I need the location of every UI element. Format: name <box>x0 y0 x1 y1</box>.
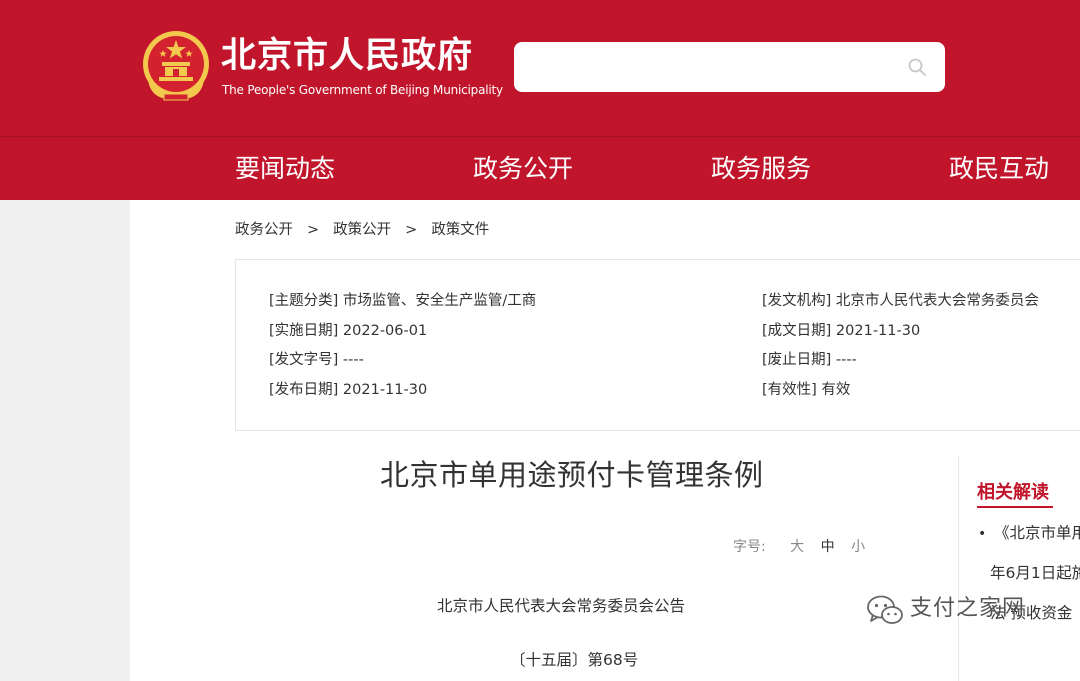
breadcrumb-item-policy-public[interactable]: 政策公开 <box>333 220 391 240</box>
meta-doc-number: [发文字号] ---- <box>269 352 364 368</box>
meta-repeal-date: [废止日期] ---- <box>762 352 857 368</box>
sidebar-title-underline <box>977 506 1053 508</box>
related-link-line-2[interactable]: 年6月1日起施 <box>990 563 1080 583</box>
left-gutter <box>0 200 130 681</box>
font-size-control: 字号: 大 中 小 <box>733 537 865 557</box>
document-title: 北京市单用途预付卡管理条例 <box>380 458 764 492</box>
meta-topic: [主题分类] 市场监管、安全生产监管/工商 <box>269 293 537 309</box>
national-emblem-icon[interactable] <box>140 28 212 104</box>
meta-issuer: [发文机构] 北京市人民代表大会常务委员会 <box>762 293 1039 309</box>
wechat-icon <box>867 595 903 624</box>
breadcrumb-item-gov-public[interactable]: 政务公开 <box>235 220 293 240</box>
meta-publish-date: [发布日期] 2021-11-30 <box>269 382 428 398</box>
meta-validity: [有效性] 有效 <box>762 382 851 398</box>
notice-number: 〔十五届〕第68号 <box>510 651 639 669</box>
nav-item-news[interactable]: 要闻动态 <box>235 154 335 184</box>
watermark-text: 支付之家网 <box>910 596 1026 621</box>
header-top: 北京市人民政府 The People's Government of Beiji… <box>0 0 1080 136</box>
notice-title: 北京市人民代表大会常务委员会公告 <box>437 597 686 615</box>
nav-item-gov-affairs-public[interactable]: 政务公开 <box>473 154 573 184</box>
search-icon[interactable] <box>907 57 927 77</box>
breadcrumb-item-policy-docs[interactable]: 政策文件 <box>431 220 489 240</box>
site-title[interactable]: 北京市人民政府 <box>221 36 473 76</box>
font-size-label: 字号: <box>733 539 766 555</box>
site-header: 北京市人民政府 The People's Government of Beiji… <box>0 0 1080 200</box>
nav-item-gov-services[interactable]: 政务服务 <box>711 154 811 184</box>
breadcrumb-separator: > <box>405 222 418 238</box>
main-nav: 要闻动态 政务公开 政务服务 政民互动 <box>0 137 1080 200</box>
related-link-line-1[interactable]: 《北京市单用 <box>994 523 1080 543</box>
related-interpretation-title: 相关解读 <box>977 482 1049 503</box>
nav-item-interaction[interactable]: 政民互动 <box>949 154 1049 184</box>
breadcrumb-separator: > <box>307 222 320 238</box>
font-size-small-button[interactable]: 小 <box>851 539 865 555</box>
document-metadata-box: [主题分类] 市场监管、安全生产监管/工商 [发文机构] 北京市人民代表大会常务… <box>235 259 1080 431</box>
search-input[interactable] <box>514 42 945 92</box>
site-title-en[interactable]: The People's Government of Beijing Munic… <box>222 82 503 98</box>
font-size-medium-button[interactable]: 中 <box>821 539 835 555</box>
list-bullet: • <box>978 526 987 542</box>
meta-effective-date: [实施日期] 2022-06-01 <box>269 323 428 339</box>
sidebar-divider <box>958 456 959 681</box>
breadcrumb: 政务公开 > 政策公开 > 政策文件 <box>235 220 489 240</box>
font-size-large-button[interactable]: 大 <box>790 539 804 555</box>
meta-written-date: [成文日期] 2021-11-30 <box>762 323 921 339</box>
